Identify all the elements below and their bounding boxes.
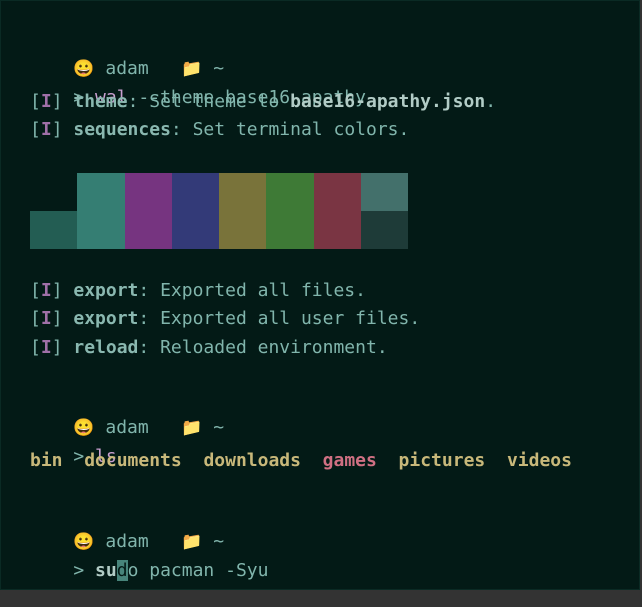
log-key: theme — [73, 91, 128, 112]
ls-output: bin documents downloads games pictures v… — [30, 449, 572, 473]
info-flag: I — [40, 119, 52, 140]
log-line: [I] export: Exported all files. — [30, 280, 366, 301]
info-flag: I — [40, 91, 52, 112]
prompt-dir: ~ — [213, 417, 225, 438]
log-text: : Set terminal colors. — [170, 119, 410, 140]
log-line: [I] theme: Set theme to base16-apathy.js… — [30, 91, 497, 112]
info-flag: I — [40, 337, 52, 358]
prompt-char: > — [73, 560, 85, 581]
typed-text: su — [95, 560, 117, 581]
ls-entry[interactable]: documents — [84, 450, 182, 471]
ls-entry[interactable]: bin — [30, 450, 63, 471]
cursor: d — [116, 560, 128, 581]
log-key: export — [73, 280, 139, 301]
ls-entry[interactable]: games — [323, 450, 377, 471]
log-line: [I] export: Exported all user files. — [30, 308, 421, 329]
info-flag: I — [40, 308, 52, 329]
swatch-6 — [313, 173, 361, 249]
swatch-0 — [30, 211, 78, 249]
log-line: [I] sequences: Set terminal colors. — [30, 119, 410, 140]
command-line: > wal --theme base16-apathy — [30, 62, 366, 108]
command-line: > ls — [30, 421, 116, 467]
prompt-line: 😀 adam 📁 ~ — [30, 392, 224, 438]
command-input-line[interactable]: > sudo pacman -Syu — [30, 535, 268, 581]
log-key: sequences — [73, 119, 171, 140]
log-line: [I] reload: Reloaded environment. — [30, 337, 388, 358]
swatch-1 — [77, 173, 125, 249]
log-key: export — [73, 308, 139, 329]
swatch-2 — [124, 173, 172, 249]
prompt-line: 😀 adam 📁 ~ — [30, 33, 224, 79]
log-text: : Reloaded environment. — [138, 337, 388, 358]
folder-icon: 📁 — [181, 418, 203, 438]
log-text: : Set theme to — [127, 91, 291, 112]
color-palette — [30, 173, 408, 249]
ls-entry[interactable]: downloads — [203, 450, 301, 471]
ls-entry[interactable]: pictures — [399, 450, 486, 471]
prompt-line: 😀 adam 📁 ~ — [30, 506, 224, 552]
log-text: : Exported all files. — [138, 280, 366, 301]
swatch-5 — [266, 173, 314, 249]
log-text: : Exported all user files. — [138, 308, 421, 329]
swatch-7-top — [360, 173, 408, 211]
ls-entry[interactable]: videos — [507, 450, 572, 471]
swatch-4 — [219, 173, 267, 249]
swatch-3 — [171, 173, 219, 249]
swatch-7-bottom — [360, 211, 408, 249]
terminal-window[interactable]: 😀 adam 📁 ~ > wal --theme base16-apathy [… — [0, 0, 640, 590]
log-value: base16-apathy.json — [290, 91, 486, 112]
info-flag: I — [40, 280, 52, 301]
log-key: reload — [73, 337, 139, 358]
typed-text-rest: o pacman -Syu — [127, 560, 269, 581]
